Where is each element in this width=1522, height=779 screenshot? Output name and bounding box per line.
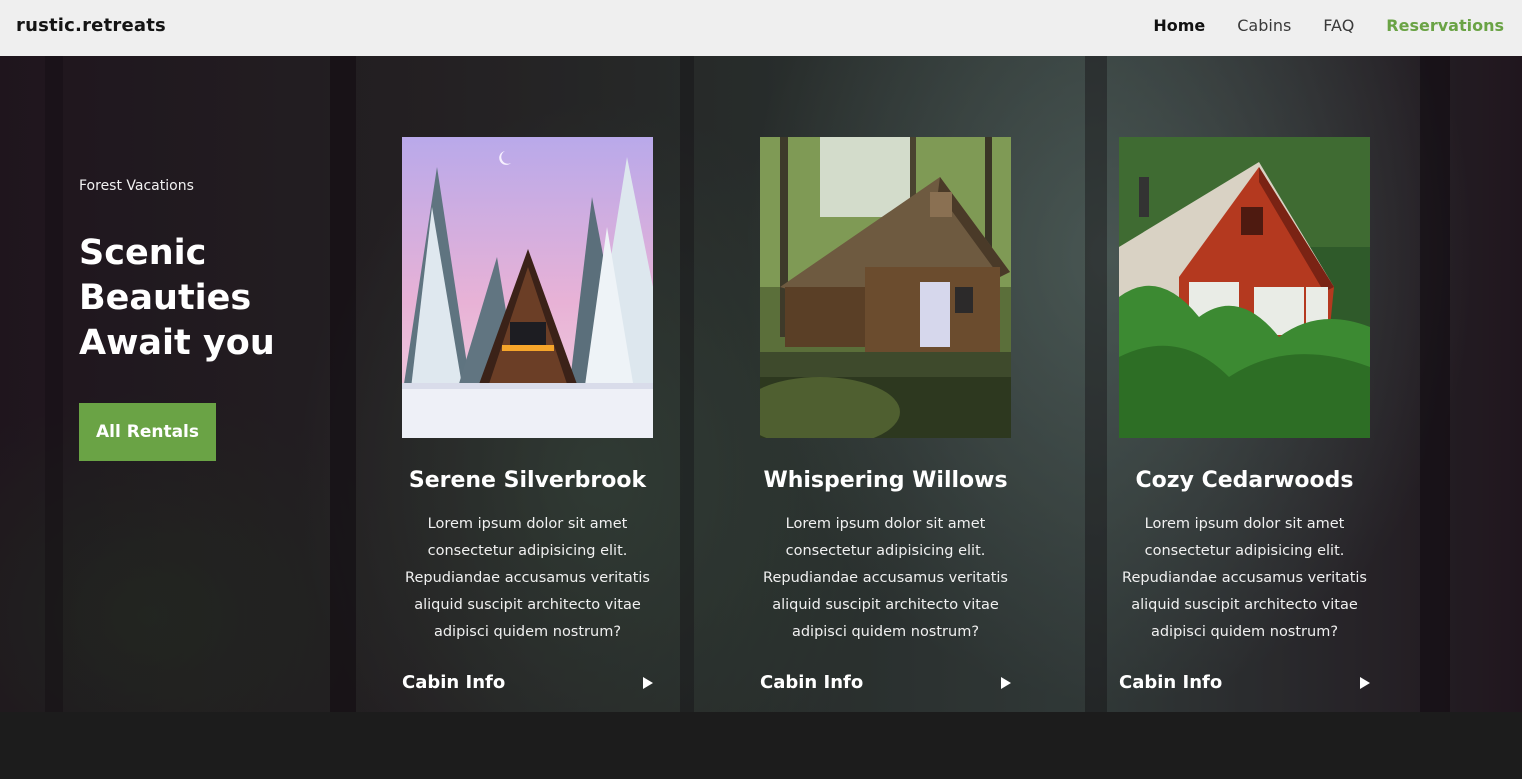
cabin-info-label: Cabin Info xyxy=(402,672,506,693)
cabin-title: Cozy Cedarwoods xyxy=(1135,468,1354,493)
cabin-photo[interactable] xyxy=(760,137,1011,438)
nav-home-link[interactable]: Home xyxy=(1153,16,1205,36)
cabin-card: Cozy Cedarwoods Lorem ipsum dolor sit am… xyxy=(1119,137,1370,718)
cabin-card: Whispering Willows Lorem ipsum dolor sit… xyxy=(760,137,1011,718)
cabin-title: Serene Silverbrook xyxy=(408,468,647,493)
cabin-description: Lorem ipsum dolor sit amet consectetur a… xyxy=(1122,516,1367,640)
cabin-photo[interactable] xyxy=(1119,137,1370,438)
red-cabin-image xyxy=(1119,137,1370,438)
cabin-card: Serene Silverbrook Lorem ipsum dolor sit… xyxy=(402,137,653,718)
nav-reservations-link[interactable]: Reservations xyxy=(1386,16,1504,36)
nav-cabins-link[interactable]: Cabins xyxy=(1237,16,1291,36)
nav-faq-link[interactable]: FAQ xyxy=(1323,16,1354,36)
cabin-photo[interactable] xyxy=(402,137,653,438)
cabin-title: Whispering Willows xyxy=(763,468,1008,493)
cabin-description: Lorem ipsum dolor sit amet consectetur a… xyxy=(763,516,1008,640)
snowy-a-frame-image xyxy=(402,137,653,438)
cabin-info-label: Cabin Info xyxy=(760,672,864,693)
wooden-cabin-image xyxy=(760,137,1011,438)
play-arrow-icon xyxy=(1360,677,1370,689)
main-nav: Home Cabins FAQ Reservations xyxy=(1121,16,1504,36)
play-arrow-icon xyxy=(1001,677,1011,689)
cabin-description: Lorem ipsum dolor sit amet consectetur a… xyxy=(405,516,650,640)
cabin-info-label: Cabin Info xyxy=(1119,672,1223,693)
hero-headline: Scenic Beauties Await you xyxy=(79,233,275,363)
brand-logo[interactable]: rustic.retreats xyxy=(16,15,166,36)
play-arrow-icon xyxy=(643,677,653,689)
hero-eyebrow: Forest Vacations xyxy=(79,178,194,194)
all-rentals-button[interactable]: All Rentals xyxy=(79,403,216,461)
footer-section xyxy=(0,712,1522,779)
top-navbar: rustic.retreats Home Cabins FAQ Reservat… xyxy=(0,0,1522,56)
